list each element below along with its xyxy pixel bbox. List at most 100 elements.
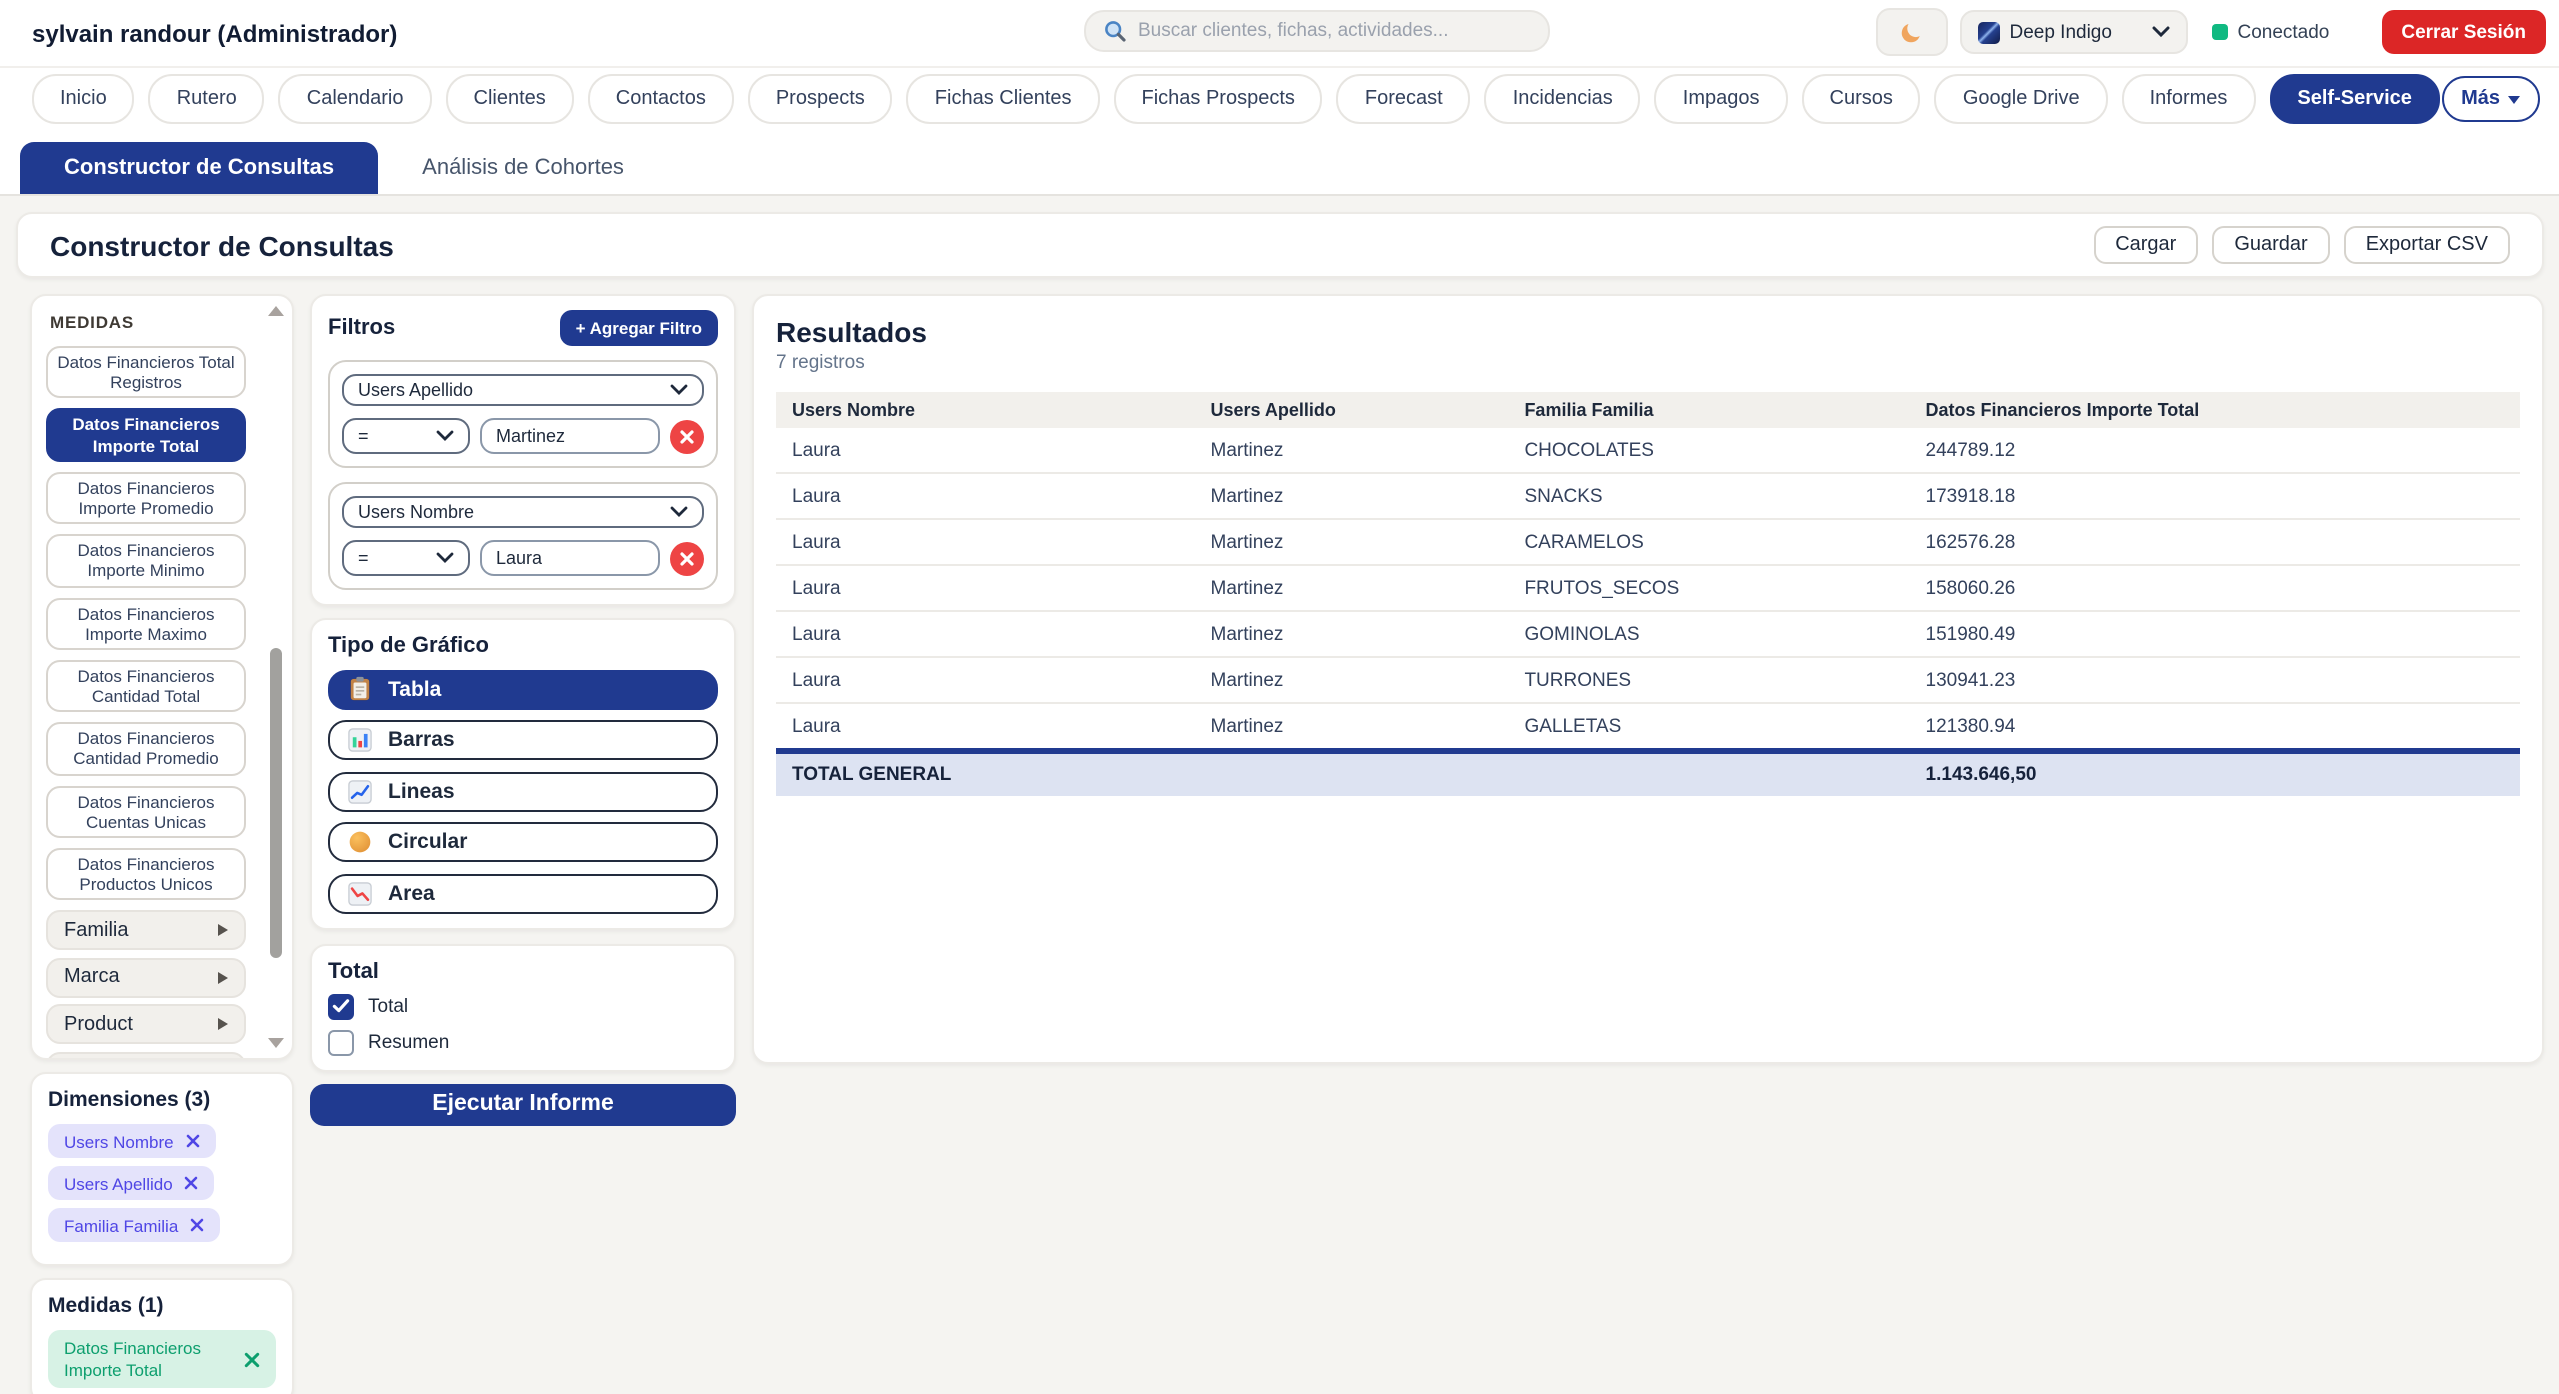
top-bar: sylvain randour (Administrador) Buscar c… xyxy=(0,0,2559,196)
results-panel: Resultados 7 registros Users Nombre User… xyxy=(752,294,2544,1064)
filter-operator-select[interactable]: = xyxy=(342,418,470,454)
chevron-down-icon xyxy=(2508,95,2520,103)
total-value: 1.143.646,50 xyxy=(1910,751,2520,796)
nav-more-label: Más xyxy=(2461,88,2500,110)
dark-mode-button[interactable] xyxy=(1875,8,1947,56)
save-button[interactable]: Guardar xyxy=(2212,226,2329,264)
accordion-serie[interactable]: Serie xyxy=(46,1052,246,1060)
add-filter-button[interactable]: + Agregar Filtro xyxy=(560,310,718,346)
measure-item-selected[interactable]: Datos Financieros Importe Total xyxy=(46,409,246,462)
close-icon[interactable] xyxy=(185,1176,199,1190)
chart-type-barras[interactable]: Barras xyxy=(328,720,718,760)
scroll-up-icon[interactable] xyxy=(268,306,284,316)
remove-filter-button[interactable] xyxy=(670,419,704,453)
nav-more-button[interactable]: Más xyxy=(2441,76,2540,122)
nav-tab-self-service[interactable]: Self-Service xyxy=(2269,74,2440,124)
results-title: Resultados xyxy=(776,316,2520,348)
dimension-chip[interactable]: Familia Familia xyxy=(48,1208,220,1242)
export-csv-button[interactable]: Exportar CSV xyxy=(2344,226,2510,264)
filter-value-input[interactable] xyxy=(480,418,660,454)
results-count: 7 registros xyxy=(776,352,2520,374)
page-body: Constructor de Consultas Cargar Guardar … xyxy=(0,196,2559,1394)
table-row: LauraMartinezCARAMELOS162576.28 xyxy=(776,519,2520,565)
chart-type-title: Tipo de Gráfico xyxy=(328,634,718,658)
nav-tab-inicio[interactable]: Inicio xyxy=(32,74,135,124)
chart-type-circular[interactable]: Circular xyxy=(328,822,718,862)
nav-tab-google-drive[interactable]: Google Drive xyxy=(1935,74,2108,124)
checkbox-resumen[interactable]: Resumen xyxy=(328,1029,718,1055)
tab-analisis-de-cohortes[interactable]: Análisis de Cohortes xyxy=(378,142,668,194)
measure-item[interactable]: Datos Financieros Total Registros xyxy=(46,346,246,399)
chart-type-area[interactable]: Area xyxy=(328,873,718,913)
remove-filter-button[interactable] xyxy=(670,541,704,575)
measure-item[interactable]: Datos Financieros Importe Minimo xyxy=(46,534,246,587)
close-icon[interactable] xyxy=(190,1218,204,1232)
checkbox-checked-icon[interactable] xyxy=(328,993,354,1019)
checkbox-unchecked-icon[interactable] xyxy=(328,1029,354,1055)
nav-tab-prospects[interactable]: Prospects xyxy=(748,74,893,124)
close-icon xyxy=(680,551,694,565)
nav-tab-forecast[interactable]: Forecast xyxy=(1337,74,1471,124)
nav-tab-fichas-prospects[interactable]: Fichas Prospects xyxy=(1114,74,1323,124)
middle-column: Filtros + Agregar Filtro Users Apellido … xyxy=(310,294,736,1125)
measures-scrollbar[interactable] xyxy=(266,306,286,1048)
total-label: TOTAL GENERAL xyxy=(776,751,1195,796)
scroll-down-icon[interactable] xyxy=(268,1038,284,1048)
column-header: Datos Financieros Importe Total xyxy=(1910,392,2520,428)
filter-value-input[interactable] xyxy=(480,540,660,576)
accordion-product[interactable]: Product xyxy=(46,1005,246,1045)
filter-row: Users Nombre = xyxy=(328,482,718,590)
close-icon[interactable] xyxy=(244,1351,260,1367)
chart-type-lineas[interactable]: Lineas xyxy=(328,771,718,811)
global-search[interactable]: Buscar clientes, fichas, actividades... xyxy=(1084,10,1550,52)
nav-tab-impagos[interactable]: Impagos xyxy=(1655,74,1788,124)
search-icon xyxy=(1104,20,1126,42)
run-report-button[interactable]: Ejecutar Informe xyxy=(310,1083,736,1125)
user-name: sylvain randour (Administrador) xyxy=(32,19,397,47)
chevron-right-icon xyxy=(218,972,228,984)
nav-tab-fichas-clientes[interactable]: Fichas Clientes xyxy=(907,74,1100,124)
nav-tab-informes[interactable]: Informes xyxy=(2122,74,2256,124)
tab-constructor-de-consultas[interactable]: Constructor de Consultas xyxy=(20,142,378,194)
toolbar: Constructor de Consultas Cargar Guardar … xyxy=(16,212,2544,278)
connection-status: Conectado xyxy=(2211,21,2329,43)
table-row: LauraMartinezFRUTOS_SECOS158060.26 xyxy=(776,565,2520,611)
measure-item[interactable]: Datos Financieros Cantidad Promedio xyxy=(46,723,246,776)
measure-item[interactable]: Datos Financieros Cantidad Total xyxy=(46,660,246,713)
header-row: sylvain randour (Administrador) Buscar c… xyxy=(0,0,2559,68)
total-row: TOTAL GENERAL 1.143.646,50 xyxy=(776,751,2520,796)
selected-measures-title: Medidas (1) xyxy=(48,1294,276,1318)
chevron-right-icon xyxy=(218,925,228,937)
nav-tab-rutero[interactable]: Rutero xyxy=(149,74,265,124)
nav-tab-clientes[interactable]: Clientes xyxy=(446,74,574,124)
content-grid: MEDIDAS Datos Financieros Total Registro… xyxy=(30,294,2544,1394)
accordion-marca[interactable]: Marca xyxy=(46,958,246,998)
measures-panel-title: MEDIDAS xyxy=(50,312,280,332)
nav-tab-calendario[interactable]: Calendario xyxy=(279,74,432,124)
dimension-chip[interactable]: Users Nombre xyxy=(48,1124,216,1158)
filter-operator-select[interactable]: = xyxy=(342,540,470,576)
logout-button[interactable]: Cerrar Sesión xyxy=(2381,10,2546,54)
measure-chip[interactable]: Datos Financieros Importe Total xyxy=(48,1330,276,1389)
measure-item[interactable]: Datos Financieros Productos Unicos xyxy=(46,848,246,901)
load-button[interactable]: Cargar xyxy=(2093,226,2198,264)
chart-type-panel: Tipo de Gráfico Tabla Barras xyxy=(310,618,736,929)
nav-tab-incidencias[interactable]: Incidencias xyxy=(1485,74,1641,124)
line-chart-icon xyxy=(348,779,372,803)
theme-select[interactable]: Deep Indigo xyxy=(1959,10,2187,54)
nav-tab-cursos[interactable]: Cursos xyxy=(1802,74,1921,124)
chart-type-tabla[interactable]: Tabla xyxy=(328,669,718,709)
nav-tab-contactos[interactable]: Contactos xyxy=(588,74,734,124)
checkbox-total[interactable]: Total xyxy=(328,993,718,1019)
close-icon[interactable] xyxy=(186,1134,200,1148)
header-controls: Deep Indigo Conectado Cerrar Sesión xyxy=(1875,10,2546,54)
dimension-chip[interactable]: Users Apellido xyxy=(48,1166,215,1200)
measure-item[interactable]: Datos Financieros Importe Promedio xyxy=(46,472,246,525)
filter-field-select[interactable]: Users Apellido xyxy=(342,374,704,406)
measure-item[interactable]: Datos Financieros Cuentas Unicas xyxy=(46,785,246,838)
scrollbar-thumb[interactable] xyxy=(269,647,281,959)
connected-dot-icon xyxy=(2211,24,2227,40)
accordion-familia[interactable]: Familia xyxy=(46,911,246,951)
measure-item[interactable]: Datos Financieros Importe Maximo xyxy=(46,597,246,650)
filter-field-select[interactable]: Users Nombre xyxy=(342,496,704,528)
